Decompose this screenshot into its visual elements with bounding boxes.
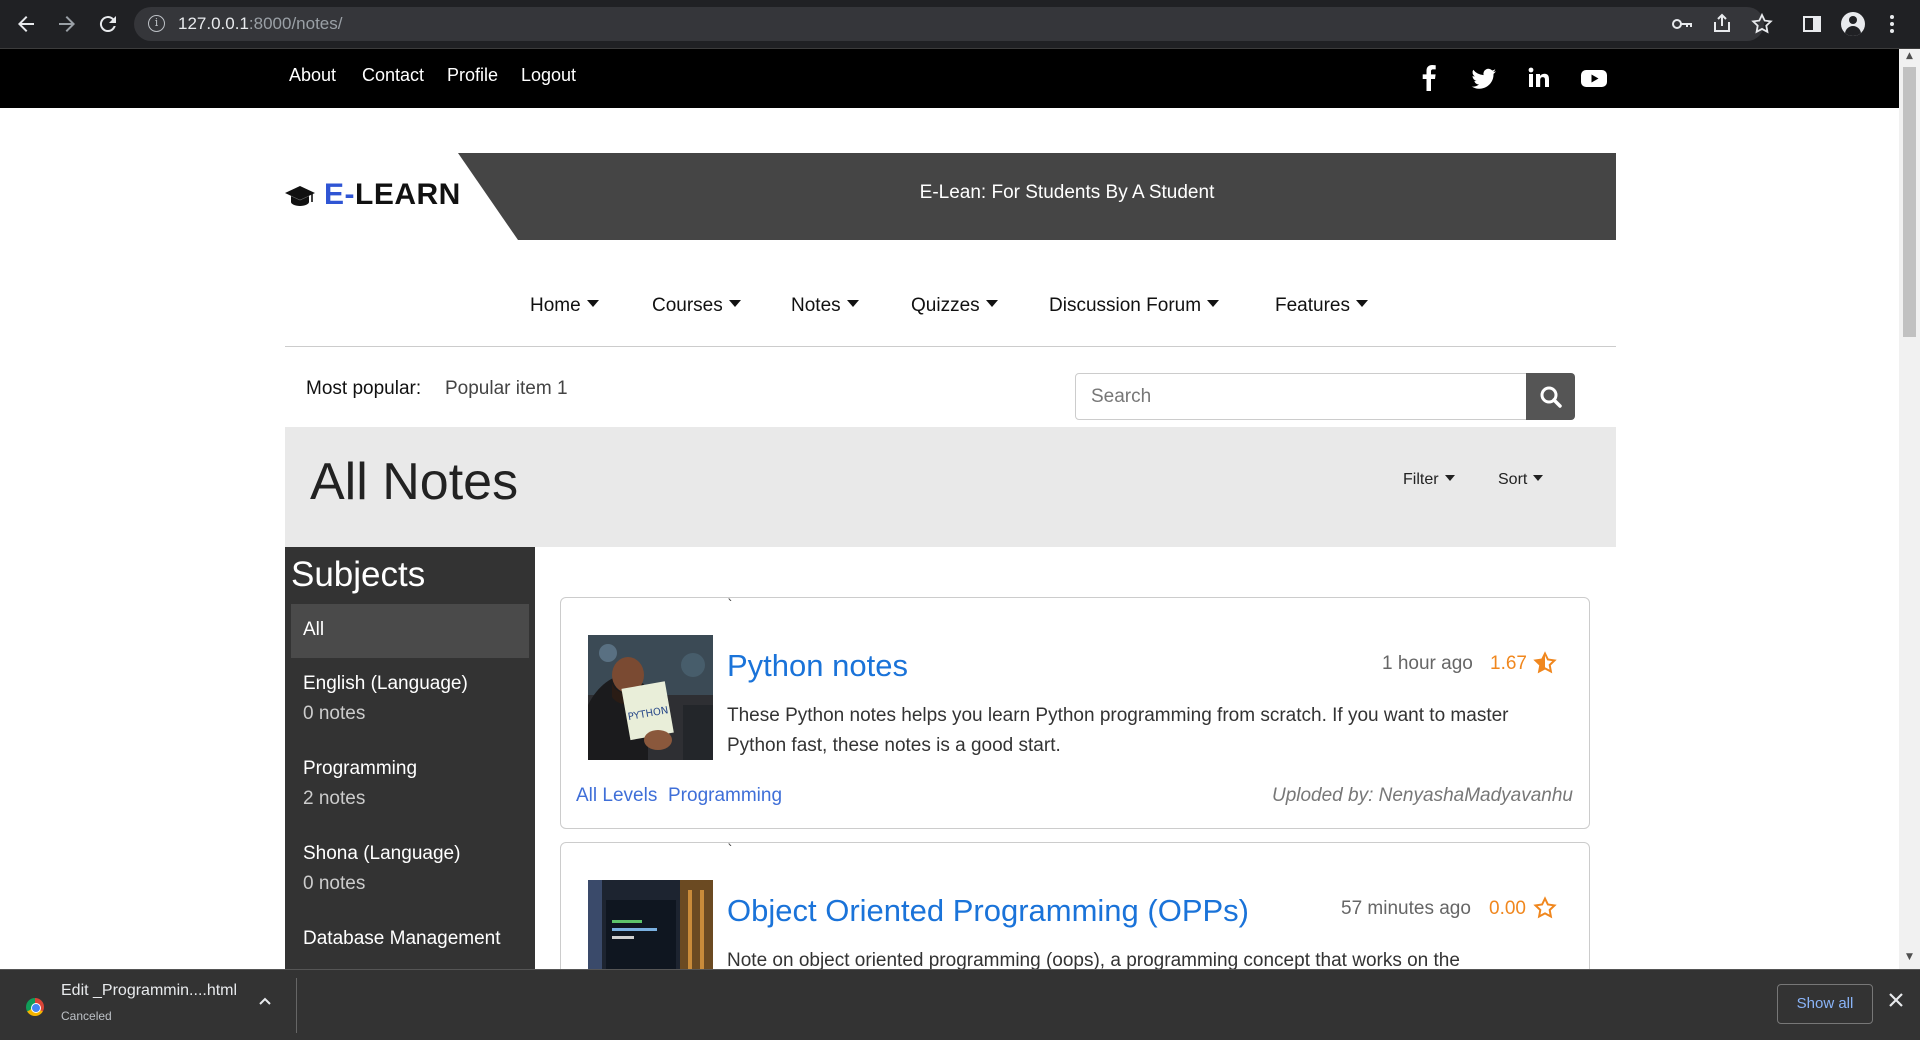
contact-link[interactable]: Contact	[362, 65, 424, 86]
main-navigation: Home Courses Notes Quizzes Discussion Fo…	[285, 287, 1616, 347]
page-header-band: All Notes Filter Sort	[285, 427, 1616, 547]
subject-name: Database Management	[303, 928, 501, 949]
key-icon[interactable]	[1670, 12, 1694, 36]
close-icon[interactable]	[1886, 990, 1906, 1016]
reload-icon[interactable]	[96, 12, 120, 36]
sort-dropdown[interactable]: Sort	[1498, 471, 1544, 489]
caret-down-icon	[1444, 474, 1455, 481]
graduation-cap-icon	[285, 186, 315, 206]
page-scrollbar[interactable]: ▲ ▼	[1899, 49, 1920, 969]
top-bar: About Contact Profile Logout	[0, 49, 1899, 108]
chevron-up-icon[interactable]	[258, 994, 272, 1012]
caret-down-icon	[1207, 300, 1220, 308]
subject-name: Shona (Language)	[303, 843, 461, 864]
scroll-up-arrow-icon[interactable]: ▲	[1904, 51, 1915, 62]
scrollbar-thumb[interactable]	[1903, 67, 1916, 337]
subject-item-english[interactable]: English (Language) 0 notes	[291, 658, 529, 728]
bookmark-star-icon[interactable]	[1750, 12, 1774, 36]
note-tag-level[interactable]: All Levels	[576, 785, 657, 807]
kebab-menu-icon[interactable]	[1880, 12, 1904, 36]
download-filename[interactable]: Edit _Programmin....html	[61, 982, 237, 1000]
chrome-file-icon	[26, 998, 44, 1016]
note-tag-subject[interactable]: Programming	[668, 785, 782, 807]
back-arrow-icon[interactable]	[14, 12, 38, 36]
twitter-icon[interactable]	[1469, 63, 1499, 93]
address-bar[interactable]: i 127.0.0.1:8000/notes/	[134, 7, 1764, 41]
most-popular-label: Most popular:	[306, 378, 422, 399]
caret-down-icon	[985, 300, 998, 308]
note-thumbnail[interactable]: PYTHON	[588, 635, 713, 760]
card-stray-mark: `	[727, 598, 734, 614]
logout-link[interactable]: Logout	[521, 65, 576, 86]
search-button[interactable]	[1526, 373, 1575, 420]
note-title[interactable]: Object Oriented Programming (OPPs)	[727, 893, 1249, 929]
subject-count: 2 notes	[303, 788, 366, 809]
site-tagline: E-Lean: For Students By A Student	[919, 182, 1215, 203]
show-all-button[interactable]: Show all	[1777, 984, 1873, 1024]
share-icon[interactable]	[1710, 12, 1734, 36]
search-icon	[1540, 386, 1562, 408]
subject-item-programming[interactable]: Programming 2 notes	[291, 743, 529, 813]
subjects-sidebar: Subjects All English (Language) 0 notes …	[285, 547, 535, 969]
subject-name: All	[303, 619, 325, 640]
caret-down-icon	[728, 300, 741, 308]
download-bar: Edit _Programmin....html Canceled Show a…	[0, 969, 1920, 1040]
nav-notes[interactable]: Notes	[791, 295, 859, 317]
subject-count: 0 notes	[303, 703, 366, 724]
caret-down-icon	[1533, 474, 1544, 481]
caret-down-icon	[586, 300, 599, 308]
note-card[interactable]: ` PYTHON Python notes 1 hour ago 1.67 Th…	[560, 597, 1590, 829]
scroll-down-arrow-icon[interactable]: ▼	[1904, 952, 1915, 963]
search-input[interactable]	[1075, 373, 1527, 420]
nav-quizzes[interactable]: Quizzes	[911, 295, 998, 317]
profile-avatar-icon[interactable]	[1841, 12, 1865, 36]
card-stray-mark: `	[727, 843, 734, 859]
filter-dropdown[interactable]: Filter	[1403, 471, 1455, 489]
download-status: Canceled	[61, 1009, 112, 1023]
note-rating: 0.00	[1489, 898, 1526, 919]
caret-down-icon	[1355, 300, 1368, 308]
nav-courses[interactable]: Courses	[652, 295, 741, 317]
linkedin-icon[interactable]	[1524, 63, 1554, 93]
site-info-icon[interactable]: i	[148, 15, 165, 32]
download-separator	[296, 978, 297, 1033]
note-description: These Python notes helps you learn Pytho…	[727, 705, 1509, 756]
logo-text: E-LEARN	[324, 178, 461, 211]
youtube-icon[interactable]	[1579, 63, 1609, 93]
note-thumbnail[interactable]	[588, 880, 713, 981]
subject-item-shona[interactable]: Shona (Language) 0 notes	[291, 828, 529, 898]
subject-item-database-management[interactable]: Database Management	[291, 913, 529, 969]
note-time: 1 hour ago	[1382, 653, 1473, 674]
note-time: 57 minutes ago	[1341, 898, 1471, 919]
subject-name: English (Language)	[303, 673, 468, 694]
nav-features[interactable]: Features	[1275, 295, 1368, 317]
note-rating: 1.67	[1490, 653, 1527, 674]
profile-link[interactable]: Profile	[447, 65, 498, 86]
subjects-heading: Subjects	[291, 555, 426, 594]
subject-item-all[interactable]: All	[291, 604, 529, 658]
nav-discussion-forum[interactable]: Discussion Forum	[1049, 295, 1220, 317]
browser-toolbar: i 127.0.0.1:8000/notes/	[0, 0, 1920, 49]
about-link[interactable]: About	[289, 65, 336, 86]
caret-down-icon	[846, 300, 859, 308]
rating-star-icon[interactable]	[1533, 896, 1557, 920]
facebook-icon[interactable]	[1414, 63, 1444, 93]
subject-name: Programming	[303, 758, 418, 779]
side-panel-icon[interactable]	[1800, 12, 1824, 36]
page-title: All Notes	[310, 453, 519, 511]
note-title[interactable]: Python notes	[727, 648, 908, 684]
rating-star-icon[interactable]	[1533, 651, 1557, 675]
subject-count: 0 notes	[303, 873, 366, 894]
popular-item-link[interactable]: Popular item 1	[445, 378, 568, 400]
url-text: 127.0.0.1:8000/notes/	[178, 14, 343, 33]
nav-home[interactable]: Home	[530, 295, 599, 317]
note-card[interactable]: ` Object Oriented Programming (OPPs) 57 …	[560, 842, 1590, 982]
forward-arrow-icon[interactable]	[55, 12, 79, 36]
note-uploader: Uploded by: NenyashaMadyavanhu	[1271, 785, 1573, 806]
